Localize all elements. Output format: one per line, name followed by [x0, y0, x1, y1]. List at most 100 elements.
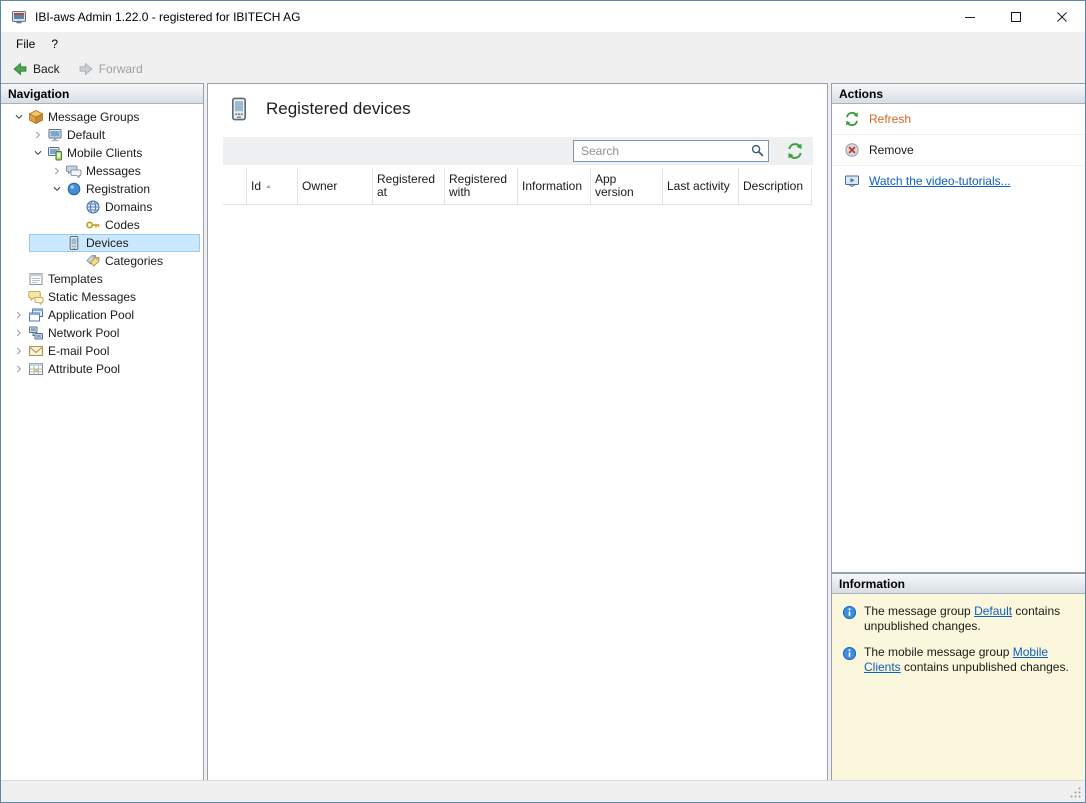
tree-item-domains[interactable]: Domains	[1, 198, 203, 216]
search-band	[223, 137, 813, 165]
window-controls	[947, 1, 1085, 32]
column-header-id[interactable]: Id	[247, 168, 298, 204]
chevron-right-icon[interactable]	[9, 343, 28, 359]
column-header-description[interactable]: Description	[739, 168, 812, 204]
video-icon	[844, 173, 860, 189]
column-header-information[interactable]: Information	[518, 168, 591, 204]
tree-item-label: Message Groups	[48, 110, 140, 124]
chevron-down-icon[interactable]	[28, 145, 47, 161]
info-link-mobile-clients[interactable]: Mobile Clients	[864, 645, 1048, 674]
chevron-down-icon[interactable]	[9, 109, 28, 125]
info-icon	[842, 646, 857, 661]
information-panel: Information The message group Default co…	[831, 573, 1085, 781]
action-label: Watch the video-tutorials...	[869, 174, 1011, 188]
tree-item-mobile-clients[interactable]: Mobile Clients	[1, 144, 203, 162]
tree-item-registration[interactable]: Registration	[1, 180, 203, 198]
tree-item-default[interactable]: Default	[1, 126, 203, 144]
column-header-app-version[interactable]: App version	[591, 168, 663, 204]
resize-grip-icon[interactable]	[1068, 785, 1082, 799]
tree-item-codes[interactable]: Codes	[1, 216, 203, 234]
action-watch-the-video-tutorials[interactable]: Watch the video-tutorials...	[832, 166, 1085, 196]
table-header: Id Owner Registered at Registered with Infor…	[223, 168, 813, 205]
tree-item-e-mail-pool[interactable]: E-mail Pool	[1, 342, 203, 360]
title-bar: IBI-aws Admin 1.22.0 - registered for IB…	[1, 1, 1085, 32]
app-window: IBI-aws Admin 1.22.0 - registered for IB…	[0, 0, 1086, 803]
computer-icon	[47, 127, 63, 143]
tree-item-application-pool[interactable]: Application Pool	[1, 306, 203, 324]
tree-item-label: Devices	[86, 236, 129, 250]
registration-icon	[66, 181, 82, 197]
tree-item-label: Registration	[86, 182, 151, 196]
sort-ascending-icon	[264, 182, 273, 191]
main-panel: Registered devices Id Owner Registered at R…	[207, 83, 828, 781]
chevron-right-icon[interactable]	[28, 127, 47, 143]
actions-panel: Actions Refresh Remove Watch the video-tut…	[831, 83, 1085, 573]
tree-item-categories[interactable]: Categories	[1, 252, 203, 270]
refresh-list-button[interactable]	[786, 142, 804, 160]
column-header-blank[interactable]	[223, 168, 247, 204]
actions-list: Refresh Remove Watch the video-tutorials..…	[832, 104, 1085, 196]
tree-item-devices[interactable]: Devices	[1, 234, 203, 252]
info-note: The mobile message group Mobile Clients …	[842, 645, 1077, 675]
domains-icon	[85, 199, 101, 215]
chevron-right-icon[interactable]	[9, 307, 28, 323]
chevron-right-icon[interactable]	[9, 361, 28, 377]
search-icon[interactable]	[750, 143, 765, 158]
minimize-button[interactable]	[947, 1, 993, 32]
column-header-registered-with[interactable]: Registered with	[445, 168, 518, 204]
forward-icon	[78, 61, 94, 77]
back-button[interactable]: Back	[8, 59, 64, 79]
refresh-icon	[786, 142, 804, 160]
menu-help[interactable]: ?	[43, 34, 66, 54]
menu-file[interactable]: File	[8, 34, 43, 54]
tree-item-label: E-mail Pool	[48, 344, 110, 358]
device-icon	[66, 235, 82, 251]
remove-icon	[844, 142, 860, 158]
close-button[interactable]	[1039, 1, 1085, 32]
tree-item-label: Default	[67, 128, 106, 142]
column-header-owner[interactable]: Owner	[298, 168, 373, 204]
table-body	[223, 205, 813, 762]
forward-button[interactable]: Forward	[74, 59, 147, 79]
info-icon	[842, 605, 857, 620]
actions-panel-header: Actions	[832, 84, 1085, 104]
column-header-last-activity[interactable]: Last activity	[663, 168, 739, 204]
tree-item-message-groups[interactable]: Message Groups	[1, 108, 203, 126]
static-messages-icon	[28, 289, 44, 305]
navigation-panel: Navigation Message Groups Default Mobile C…	[1, 83, 204, 781]
devices-table: Id Owner Registered at Registered with Infor…	[223, 168, 813, 762]
navigation-header-label: Navigation	[8, 86, 70, 101]
box-icon	[28, 109, 44, 125]
tree-item-attribute-pool[interactable]: Attribute Pool	[1, 360, 203, 378]
tree-item-static-messages[interactable]: Static Messages	[1, 288, 203, 306]
tree-item-messages[interactable]: Messages	[1, 162, 203, 180]
action-remove[interactable]: Remove	[832, 135, 1085, 166]
chevron-down-icon[interactable]	[47, 181, 66, 197]
action-refresh[interactable]: Refresh	[832, 104, 1085, 135]
tree-item-label: Codes	[105, 218, 140, 232]
chevron-right-icon[interactable]	[9, 325, 28, 341]
minimize-icon	[965, 16, 975, 18]
column-header-registered-at[interactable]: Registered at	[373, 168, 445, 204]
tree-item-templates[interactable]: Templates	[1, 270, 203, 288]
chevron-right-icon[interactable]	[47, 163, 66, 179]
search-input[interactable]	[573, 140, 769, 162]
status-bar	[1, 780, 1085, 802]
column-header-label: Id	[251, 178, 262, 193]
tree-item-label: Templates	[48, 272, 103, 286]
tree-item-network-pool[interactable]: Network Pool	[1, 324, 203, 342]
tree-item-label: Network Pool	[48, 326, 120, 340]
email-pool-icon	[28, 343, 44, 359]
column-header-label: Registered at	[377, 172, 436, 199]
page-title-row: Registered devices	[226, 96, 411, 122]
tree-item-label: Application Pool	[48, 308, 135, 322]
info-link-default[interactable]: Default	[974, 604, 1012, 618]
action-label: Remove	[869, 143, 914, 157]
column-header-label: Information	[522, 178, 583, 193]
column-header-label: Description	[743, 178, 804, 193]
maximize-button[interactable]	[993, 1, 1039, 32]
column-header-label: Owner	[302, 178, 338, 193]
tree-item-label: Mobile Clients	[67, 146, 143, 160]
